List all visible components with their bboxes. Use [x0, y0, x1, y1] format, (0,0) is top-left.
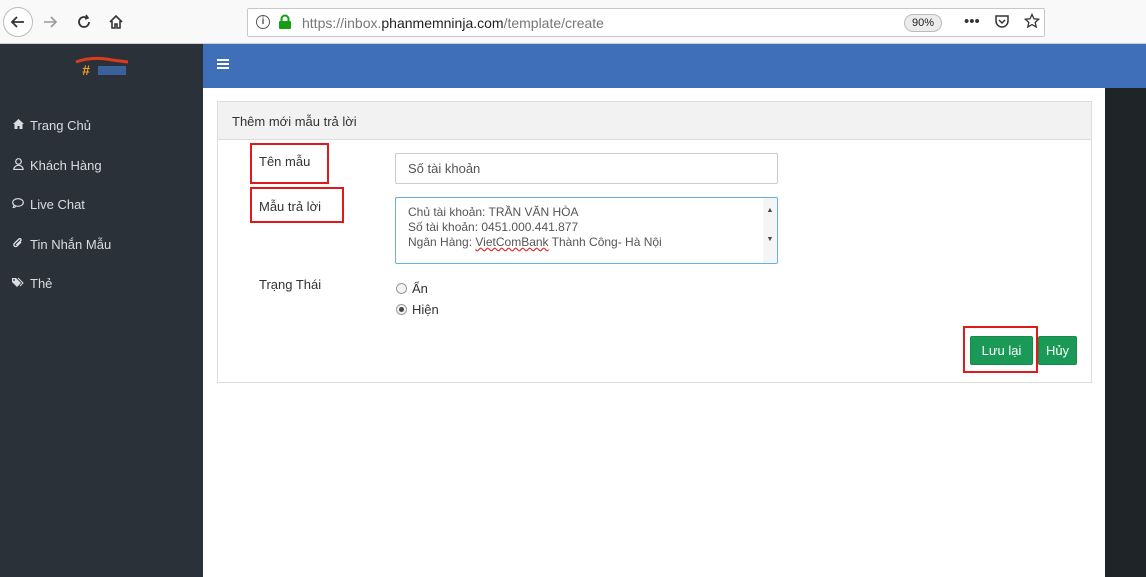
info-icon[interactable]: i [256, 15, 270, 29]
radio-label: Hiện [412, 302, 439, 317]
url-prefix: https://inbox. [302, 15, 382, 31]
template-line: Ngân Hàng: VietComBank Thành Công- Hà Nộ… [408, 235, 765, 250]
home-icon [12, 119, 24, 132]
panel-heading: Thêm mới mẫu trả lời [218, 102, 1091, 140]
sidebar-item-label: Live Chat [30, 197, 85, 212]
template-line: Số tài khoản: 0451.000.441.877 [408, 220, 579, 234]
svg-text:#: # [82, 62, 90, 78]
lock-icon[interactable] [278, 14, 292, 30]
sidebar-item-label: Tin Nhắn Mẫu [30, 237, 112, 252]
paperclip-icon [12, 237, 24, 252]
more-icon[interactable]: ••• [964, 13, 980, 33]
url-path: /template/create [503, 15, 604, 31]
template-name-input[interactable]: Số tài khoản [395, 153, 778, 184]
spellcheck-word: VietComBank [475, 235, 549, 249]
reload-icon[interactable] [70, 8, 98, 36]
sidebar-item-label: Khách Hàng [30, 158, 102, 173]
url-domain: phanmemninja.com [381, 15, 504, 31]
sidebar-item-label: Thẻ [30, 276, 53, 291]
tags-icon [12, 277, 24, 290]
back-arrow-icon[interactable] [3, 7, 33, 37]
url-text[interactable]: https://inbox.phanmemninja.com/template/… [302, 15, 604, 31]
scroll-up-icon[interactable]: ▲ [763, 203, 777, 218]
highlight-template-label [250, 187, 344, 223]
radio-checked-icon[interactable] [396, 304, 407, 315]
sidebar-item-tin-nhan-mau[interactable]: Tin Nhắn Mẫu [12, 237, 111, 252]
pocket-icon[interactable] [994, 13, 1010, 33]
bookmark-star-icon[interactable] [1023, 12, 1040, 33]
sidebar: # Trang Chủ Khách Hàng Live Chat Tin Nhắ… [0, 44, 203, 577]
highlight-save-button [963, 326, 1038, 373]
top-navbar [203, 44, 1146, 88]
right-dark-strip [1105, 88, 1146, 577]
sidebar-item-the[interactable]: Thẻ [12, 276, 52, 291]
sidebar-item-trang-chu[interactable]: Trang Chủ [12, 118, 91, 133]
status-option-an[interactable]: Ẩn [396, 281, 428, 296]
user-icon [12, 158, 24, 173]
cancel-button[interactable]: Hủy [1038, 336, 1077, 365]
forward-arrow-icon[interactable] [36, 8, 64, 36]
scroll-down-icon[interactable]: ▼ [763, 232, 777, 247]
status-label: Trạng Thái [259, 277, 322, 292]
template-line-text: Ngân Hàng: [408, 235, 476, 249]
radio-icon[interactable] [396, 283, 407, 294]
template-content-textarea[interactable]: Chủ tài khoản: TRẦN VĂN HÒA Số tài khoản… [395, 197, 778, 264]
textarea-scrollbar[interactable]: ▲ ▼ [763, 198, 777, 263]
status-option-hien[interactable]: Hiện [396, 302, 439, 317]
highlight-name-label [250, 143, 329, 184]
hamburger-menu-icon[interactable] [217, 59, 229, 71]
radio-label: Ẩn [412, 281, 428, 296]
sidebar-item-khach-hang[interactable]: Khách Hàng [12, 158, 102, 173]
chat-icon [11, 198, 24, 211]
brand-logo[interactable]: # [72, 56, 132, 78]
template-line: Chủ tài khoản: TRẦN VĂN HÒA [408, 205, 579, 219]
zoom-badge[interactable]: 90% [904, 14, 943, 32]
create-template-panel: Thêm mới mẫu trả lời Tên mẫu Số tài khoả… [217, 101, 1092, 383]
browser-toolbar: i https://inbox.phanmemninja.com/templat… [0, 0, 1146, 44]
template-line-text: Thành Công- Hà Nội [548, 235, 662, 249]
sidebar-item-live-chat[interactable]: Live Chat [11, 197, 85, 212]
url-actions: ••• [964, 12, 1040, 33]
url-bar[interactable]: i https://inbox.phanmemninja.com/templat… [247, 8, 1045, 37]
sidebar-item-label: Trang Chủ [30, 118, 91, 133]
home-icon[interactable] [102, 8, 130, 36]
